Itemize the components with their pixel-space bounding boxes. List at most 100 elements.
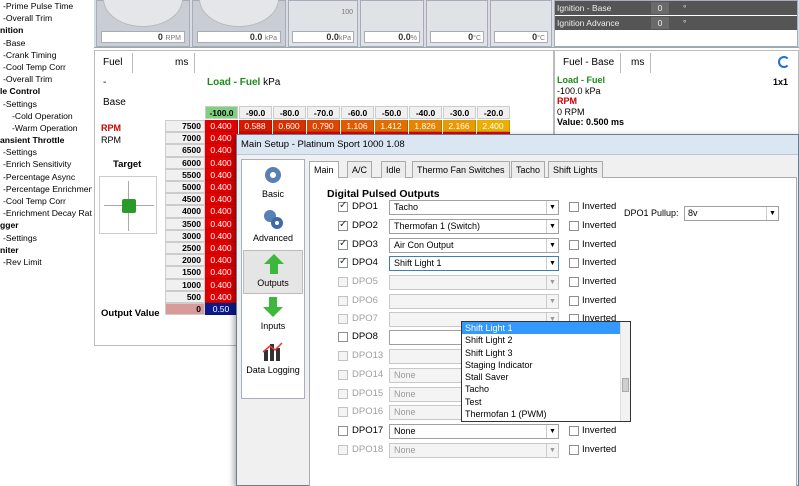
table-cell[interactable]: 0.400 <box>205 254 238 267</box>
enable-checkbox[interactable] <box>338 332 348 342</box>
table-cell[interactable]: 0.600 <box>273 120 306 133</box>
dropdown-option[interactable]: Thermofan 1 (PWM) <box>462 408 630 420</box>
table-cell[interactable]: 2.400 <box>477 120 510 133</box>
tree-node[interactable]: -Base <box>0 37 92 49</box>
tab-fuel-base[interactable]: Fuel - Base <box>97 53 133 108</box>
table-cell[interactable]: 0.400 <box>205 144 238 157</box>
enable-checkbox[interactable] <box>338 351 348 361</box>
output-function-select[interactable]: ▼ <box>389 275 559 290</box>
enable-checkbox[interactable] <box>338 407 348 417</box>
inverted-checkbox[interactable] <box>569 444 579 455</box>
tree-node[interactable]: -Enrich Sensitivity <box>0 158 92 170</box>
nav-outputs[interactable]: Outputs <box>243 250 303 294</box>
dropdown-option[interactable]: Shift Light 3 <box>462 347 630 359</box>
tab-shift-lights[interactable]: Shift Lights <box>548 161 603 178</box>
tab-main[interactable]: Main <box>309 161 339 179</box>
tree-node[interactable]: le Control <box>0 85 92 97</box>
output-function-select[interactable]: Air Con Output ▼ <box>389 237 559 253</box>
output-function-dropdown-list[interactable]: Shift Light 1 Shift Light 2 Shift Light 3S… <box>461 321 631 422</box>
tree-node[interactable]: -Prime Pulse Time <box>0 0 92 12</box>
pullup-select[interactable]: 8v ▼ <box>684 206 779 221</box>
tree-node[interactable]: ansient Throttle <box>0 134 92 146</box>
tree-node[interactable]: -Cool Temp Corr <box>0 195 92 207</box>
tree-node[interactable]: -Percentage Enrichmen <box>0 183 92 195</box>
tree-node[interactable]: -Percentage Async <box>0 171 92 183</box>
enable-checkbox[interactable] <box>338 444 348 455</box>
enable-checkbox[interactable] <box>338 426 348 436</box>
enable-checkbox[interactable] <box>338 238 348 250</box>
tree-node[interactable]: -Cool Temp Corr <box>0 61 92 73</box>
output-function-select[interactable]: Shift Light 1 ▼ <box>389 256 559 271</box>
table-cell[interactable]: 0.400 <box>205 181 238 194</box>
dropdown-option[interactable]: Staging Indicator <box>462 359 630 371</box>
inverted-checkbox[interactable] <box>569 295 579 306</box>
table-cell[interactable]: 1.106 <box>341 120 374 133</box>
table-cell[interactable]: 0.400 <box>205 168 238 181</box>
dropdown-scrollbar[interactable] <box>620 322 630 421</box>
table-cell[interactable]: 0.400 <box>205 217 238 230</box>
dropdown-option[interactable]: Shift Light 1 <box>462 322 630 335</box>
enable-checkbox[interactable] <box>338 200 348 212</box>
tree-node[interactable]: -Settings <box>0 232 92 244</box>
tree-node[interactable]: -Crank Timing <box>0 49 92 61</box>
nav-inputs[interactable]: Inputs <box>243 294 303 338</box>
tab-thermo-fan-switches[interactable]: Thermo Fan Switches <box>412 161 510 178</box>
refresh-icon[interactable] <box>778 56 790 68</box>
output-function-select[interactable]: Tacho ▼ <box>389 200 559 215</box>
enable-checkbox[interactable] <box>338 219 348 231</box>
output-function-select[interactable]: None ▼ <box>389 424 559 439</box>
enable-checkbox[interactable] <box>338 295 348 306</box>
table-cell[interactable]: 0.50 <box>205 303 238 316</box>
table-cell[interactable]: 0.400 <box>205 242 238 255</box>
tab-3d-fuel-base[interactable]: Fuel - Base <box>557 53 622 73</box>
inverted-checkbox[interactable] <box>569 221 579 231</box>
table-cell[interactable]: 1.412 <box>375 120 408 133</box>
enable-checkbox[interactable] <box>338 314 348 324</box>
table-cell[interactable]: 0.400 <box>205 205 238 218</box>
tab-tacho[interactable]: Tacho <box>511 161 546 178</box>
tree-node[interactable]: gger <box>0 219 92 231</box>
table-cell[interactable]: 0.400 <box>205 132 238 145</box>
dropdown-option[interactable]: Test <box>462 396 630 408</box>
table-cell[interactable]: 1.826 <box>409 120 442 133</box>
dropdown-option[interactable]: Tacho <box>462 383 630 395</box>
output-function-select[interactable]: ▼ <box>389 293 559 309</box>
enable-checkbox[interactable] <box>338 256 348 268</box>
tree-node[interactable]: -Overall Trim <box>0 12 92 24</box>
inverted-checkbox[interactable] <box>569 202 579 212</box>
scrollbar-thumb[interactable] <box>622 378 629 392</box>
tree-node[interactable]: nition <box>0 24 92 36</box>
table-cell[interactable]: 0.400 <box>205 229 238 242</box>
enable-checkbox[interactable] <box>338 388 348 399</box>
table-cell[interactable]: 0.790 <box>307 120 340 133</box>
tree-node[interactable]: -Overall Trim <box>0 73 92 85</box>
tree-node[interactable]: -Enrichment Decay Rat <box>0 207 92 219</box>
table-cell[interactable]: 0.400 <box>205 193 238 206</box>
table-cell[interactable]: 0.400 <box>205 266 238 279</box>
dropdown-option[interactable]: Stall Saver <box>462 371 630 383</box>
tab-units[interactable]: ms <box>169 53 196 73</box>
dropdown-option[interactable]: Shift Light 2 <box>462 334 630 346</box>
tab-idle[interactable]: Idle <box>381 161 406 178</box>
tree-node[interactable]: -Settings <box>0 98 92 110</box>
settings-tree[interactable]: -Prime Pulse Time -Overall Trim nition -Bas… <box>0 0 92 486</box>
table-cell[interactable]: 0.400 <box>205 290 238 303</box>
tree-node[interactable]: -Rev Limit <box>0 256 92 268</box>
nav-data-logging[interactable]: Data Logging <box>243 338 303 382</box>
table-cell[interactable]: 0.400 <box>205 156 238 169</box>
tab-3d-units[interactable]: ms <box>625 53 652 73</box>
tab-ac[interactable]: A/C <box>347 161 373 178</box>
inverted-checkbox[interactable] <box>569 426 579 436</box>
nav-basic[interactable]: Basic <box>243 162 303 206</box>
table-cell[interactable]: 2.166 <box>443 120 476 133</box>
table-cell[interactable]: 0.588 <box>239 120 272 133</box>
tree-node[interactable]: -Settings <box>0 146 92 158</box>
tree-node[interactable]: -Warm Operation <box>0 122 92 134</box>
inverted-checkbox[interactable] <box>569 277 579 287</box>
inverted-checkbox[interactable] <box>569 239 579 250</box>
output-function-select[interactable]: Thermofan 1 (Switch) ▼ <box>389 219 559 234</box>
nav-advanced[interactable]: Advanced <box>243 206 303 250</box>
enable-checkbox[interactable] <box>338 277 348 287</box>
inverted-checkbox[interactable] <box>569 258 579 268</box>
tree-node[interactable]: niter <box>0 244 92 256</box>
